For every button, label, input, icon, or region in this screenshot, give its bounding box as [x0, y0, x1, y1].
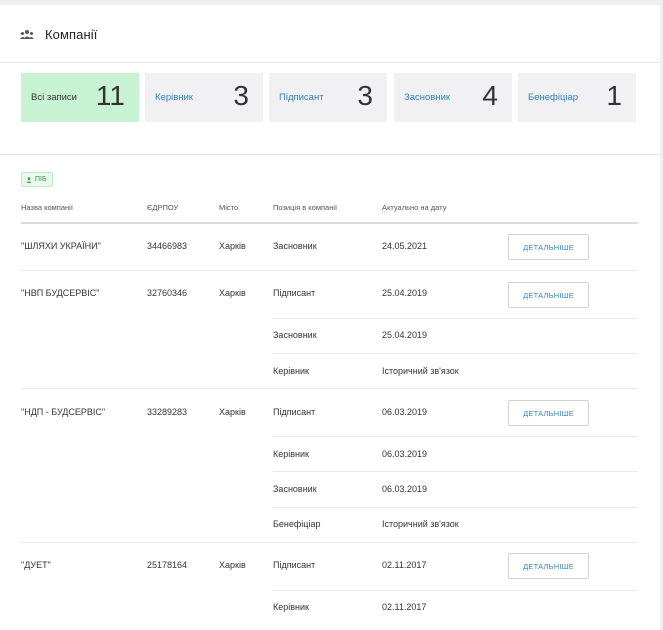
- row-divider: [21, 542, 638, 543]
- details-button[interactable]: ДЕТАЛЬНІШЕ: [508, 400, 589, 426]
- details-button[interactable]: ДЕТАЛЬНІШЕ: [508, 553, 589, 579]
- company-city: Харків: [219, 288, 246, 298]
- tab-founder[interactable]: Засновник 4: [394, 73, 512, 122]
- position-date: 06.03.2019: [382, 449, 428, 459]
- position-date: 25.04.2019: [382, 288, 428, 298]
- tab-label: Всі записи: [31, 92, 77, 103]
- column-header-date: Актуально на дату: [382, 203, 447, 212]
- position-role: Керівник: [273, 602, 309, 612]
- company-code: 34466983: [147, 241, 188, 251]
- people-group-icon: [20, 30, 34, 39]
- position-role: Засновник: [273, 241, 317, 251]
- column-header-code: ЄДРПОУ: [147, 203, 179, 212]
- header-divider: [0, 62, 660, 63]
- tab-director[interactable]: Керівник 3: [145, 73, 263, 122]
- company-city: Харків: [219, 560, 246, 570]
- page-header: Компанії: [20, 22, 98, 46]
- tab-label: Підписант: [279, 92, 324, 103]
- sub-row-divider: [273, 318, 638, 319]
- company-code: 25178164: [147, 560, 188, 570]
- position-role: Підписант: [273, 560, 316, 570]
- position-role: Засновник: [273, 330, 317, 340]
- sub-row-divider: [273, 471, 638, 472]
- column-header-position: Позиція в компанії: [273, 203, 338, 212]
- sub-row-divider: [273, 590, 638, 591]
- company-code: 33289283: [147, 407, 188, 417]
- tab-count: 4: [482, 80, 498, 111]
- company-name: "НДП - БУДСЕРВІС": [21, 407, 106, 417]
- tab-label: Керівник: [155, 92, 193, 103]
- tab-count: 1: [606, 80, 622, 111]
- position-role: Підписант: [273, 407, 316, 417]
- company-name: "НВП БУДСЕРВІС": [21, 288, 100, 298]
- sub-row-divider: [273, 353, 638, 354]
- column-header-company: Назва компанії: [21, 203, 73, 212]
- position-role: Керівник: [273, 449, 309, 459]
- tab-count: 3: [357, 80, 373, 111]
- company-name: "ДУЕТ": [21, 560, 51, 570]
- page-title: Компанії: [45, 26, 98, 42]
- tab-all-records[interactable]: Всі записи 11: [21, 73, 139, 122]
- filter-chip-label: ПІБ: [35, 176, 47, 183]
- company-name: "ШЛЯХИ УКРАЇНИ": [21, 241, 101, 251]
- position-role: Керівник: [273, 366, 309, 376]
- company-code: 32760346: [147, 288, 188, 298]
- details-button[interactable]: ДЕТАЛЬНІШЕ: [508, 234, 589, 260]
- tabs-divider: [0, 154, 660, 155]
- filter-chip[interactable]: ПІБ: [21, 172, 53, 187]
- person-icon: [26, 176, 32, 183]
- position-date: 24.05.2021: [382, 241, 428, 251]
- position-date: 25.04.2019: [382, 330, 428, 340]
- column-header-city: Місто: [219, 203, 239, 212]
- row-divider: [21, 388, 638, 389]
- tab-label: Засновник: [404, 92, 451, 103]
- position-role: Бенефіціар: [273, 519, 321, 529]
- company-city: Харків: [219, 241, 246, 251]
- sub-row-divider: [273, 436, 638, 437]
- position-date: 02.11.2017: [382, 602, 427, 612]
- details-button[interactable]: ДЕТАЛЬНІШЕ: [508, 282, 589, 308]
- sub-row-divider: [273, 507, 638, 508]
- position-date: 06.03.2019: [382, 407, 428, 417]
- table-header-divider: [21, 222, 638, 224]
- position-date: 06.03.2019: [382, 484, 428, 494]
- tab-label: Бенефіціар: [528, 92, 579, 103]
- position-date: Історичний зв'язок: [382, 366, 459, 376]
- company-city: Харків: [219, 407, 246, 417]
- row-divider: [21, 270, 638, 271]
- position-date: 02.11.2017: [382, 560, 427, 570]
- tab-count: 3: [233, 80, 249, 111]
- position-role: Засновник: [273, 484, 317, 494]
- position-date: Історичний зв'язок: [382, 519, 459, 529]
- tab-beneficiary[interactable]: Бенефіціар 1: [518, 73, 636, 122]
- position-role: Підписант: [273, 288, 316, 298]
- tab-signatory[interactable]: Підписант 3: [269, 73, 387, 122]
- tab-count: 11: [95, 80, 125, 111]
